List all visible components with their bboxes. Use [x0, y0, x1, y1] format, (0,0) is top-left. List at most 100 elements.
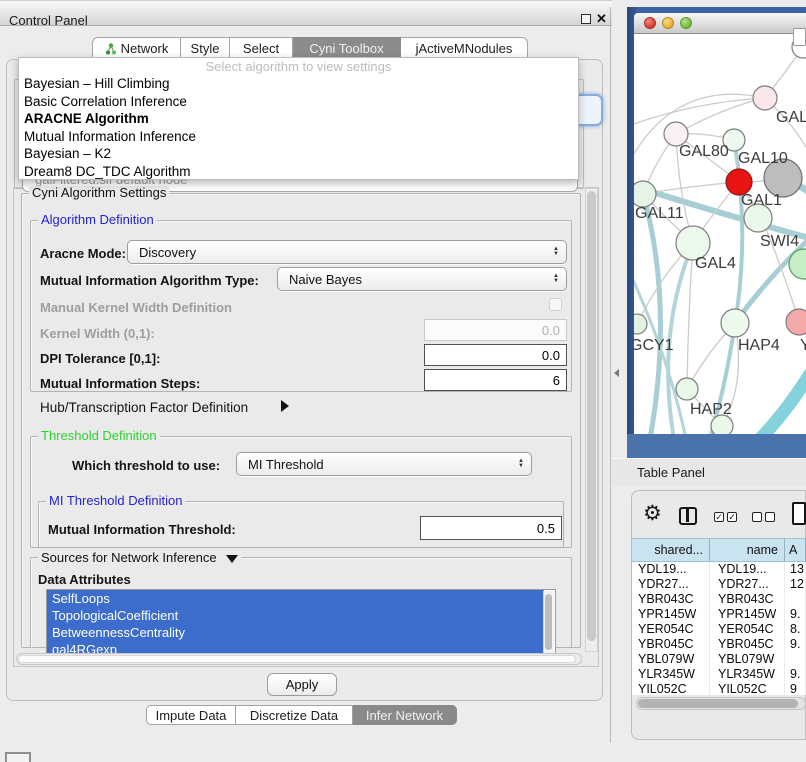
- zoom-traffic-light-icon[interactable]: [680, 17, 692, 29]
- bottom-tab-impute-data[interactable]: Impute Data: [146, 705, 236, 725]
- tab-label: jActiveMNodules: [416, 41, 513, 56]
- panel-divider: [610, 7, 611, 743]
- network-node-label: GAL: [776, 109, 806, 126]
- table-cell: YBR045C: [632, 637, 710, 652]
- aracne-mode-label: Aracne Mode:: [40, 246, 126, 261]
- table-cell: [785, 592, 806, 607]
- mi-steps-label: Mutual Information Steps:: [40, 376, 200, 391]
- table-cell: YDL19...: [632, 562, 710, 577]
- clear-checkboxes-icon[interactable]: [752, 512, 775, 522]
- expand-arrow-icon[interactable]: [281, 400, 289, 412]
- network-edge[interactable]: [760, 374, 806, 434]
- table-row[interactable]: YER054CYER054C8.: [632, 622, 806, 637]
- checked-box-icon: ✓: [714, 512, 724, 522]
- spinner-arrows-icon: ▲▼: [553, 247, 559, 257]
- settings-vertical-scrollbar-thumb[interactable]: [587, 191, 596, 641]
- network-node-y[interactable]: [786, 309, 806, 335]
- network-node-label: GCY1: [634, 337, 674, 354]
- attributes-list-scrollbar[interactable]: [543, 591, 554, 655]
- table-cell: YLR345W: [632, 667, 710, 682]
- settings-horizontal-scrollbar-thumb[interactable]: [18, 655, 576, 663]
- dpi-tolerance-label: DPI Tolerance [0,1]:: [40, 351, 160, 366]
- tab-label: Cyni Toolbox: [309, 41, 383, 56]
- apply-button[interactable]: Apply: [267, 673, 337, 696]
- dropdown-item-bayesian-hill-climbing[interactable]: Bayesian – Hill Climbing: [19, 75, 578, 93]
- mi-threshold-field[interactable]: 0.5: [420, 516, 562, 540]
- network-node-gal[interactable]: [753, 86, 777, 110]
- network-node-gcy1[interactable]: [634, 314, 647, 334]
- network-node-gal11[interactable]: [634, 181, 656, 207]
- float-window-icon[interactable]: [581, 14, 591, 24]
- column-header-a[interactable]: A: [785, 538, 806, 562]
- data-attributes-list[interactable]: SelfLoopsTopologicalCoefficientBetweenne…: [46, 589, 556, 656]
- bottom-tab-discretize-data[interactable]: Discretize Data: [236, 705, 353, 725]
- table-cell: YDR27...: [632, 577, 710, 592]
- splitter-collapse-icon[interactable]: [614, 369, 619, 377]
- dropdown-item-mutual-information-inference[interactable]: Mutual Information Inference: [19, 128, 578, 146]
- table-row[interactable]: YBL079WYBL079W: [632, 652, 806, 667]
- table-cell: [785, 652, 806, 667]
- dropdown-item-bayesian-k2[interactable]: Bayesian – K2: [19, 145, 578, 163]
- aracne-mode-value: Discovery: [139, 245, 196, 260]
- network-edge[interactable]: [734, 140, 742, 323]
- attribute-item-topologicalcoefficient[interactable]: TopologicalCoefficient: [47, 607, 544, 624]
- network-node-label: SWI4: [760, 233, 799, 250]
- manual-kernel-checkbox[interactable]: [549, 298, 562, 311]
- dpi-tolerance-field[interactable]: 0.0: [424, 344, 567, 366]
- column-header-shared[interactable]: shared...: [632, 538, 710, 562]
- table-row[interactable]: YDR27...YDR27...12: [632, 577, 806, 592]
- kernel-width-field[interactable]: 0.0: [424, 319, 567, 341]
- dropdown-item-dream8-dc-tdc-algorithm[interactable]: Dream8 DC_TDC Algorithm: [19, 163, 578, 181]
- table-panel-header: Table Panel: [612, 458, 806, 486]
- table-horizontal-scrollbar-thumb[interactable]: [638, 699, 798, 708]
- dropdown-item-basic-correlation-inference[interactable]: Basic Correlation Inference: [19, 93, 578, 111]
- table-row[interactable]: YIL052CYIL052C9: [632, 682, 806, 695]
- gear-icon[interactable]: ⚙: [643, 503, 662, 524]
- bottom-tab-infer-network[interactable]: Infer Network: [353, 705, 457, 725]
- collapse-arrow-icon[interactable]: [226, 555, 238, 563]
- column-header-name[interactable]: name: [710, 538, 785, 562]
- table-row[interactable]: YPR145WYPR145W9.: [632, 607, 806, 622]
- table-row[interactable]: YDL19...YDL19...13: [632, 562, 806, 577]
- dropdown-item-aracne-algorithm[interactable]: ARACNE Algorithm: [19, 110, 578, 128]
- which-threshold-label: Which threshold to use:: [72, 458, 220, 473]
- page-icon[interactable]: [792, 502, 806, 525]
- mi-type-combo[interactable]: Naive Bayes ▲▼: [277, 267, 567, 291]
- attribute-item-selfloops[interactable]: SelfLoops: [47, 590, 544, 607]
- table-cell: 9.: [785, 607, 806, 622]
- table-cell: YBR043C: [632, 592, 710, 607]
- network-node-hap2[interactable]: [676, 378, 698, 400]
- table-horizontal-scrollbar[interactable]: [636, 697, 806, 710]
- control-panel-title: Control Panel: [9, 13, 88, 28]
- aracne-mode-combo[interactable]: Discovery ▲▼: [127, 240, 567, 264]
- table-cell: YLR345W: [710, 667, 785, 682]
- network-node-hap4[interactable]: [721, 309, 749, 337]
- network-edge[interactable]: [643, 194, 660, 434]
- network-canvas[interactable]: GALGAL80GAL10GAL1GAL11SWI4GAL4GCY1HAP4YH…: [634, 34, 806, 434]
- network-scrollbar-fragment[interactable]: [793, 28, 806, 46]
- mi-steps-field[interactable]: 6: [424, 369, 567, 391]
- table-row[interactable]: YBR045CYBR045C9.: [632, 637, 806, 652]
- network-edge[interactable]: [643, 182, 739, 194]
- select-all-checkboxes-icon[interactable]: ✓ ✓: [714, 512, 737, 522]
- table-row[interactable]: YBR043CYBR043C: [632, 592, 806, 607]
- cyni-algorithm-settings-title: Cyni Algorithm Settings: [29, 186, 169, 200]
- settings-horizontal-scrollbar[interactable]: [16, 653, 582, 665]
- table-cell: 13: [785, 562, 806, 577]
- network-edge[interactable]: [676, 98, 765, 134]
- network-edge[interactable]: [687, 243, 693, 389]
- minimize-traffic-light-icon[interactable]: [662, 17, 674, 29]
- table-row[interactable]: YLR345WYLR345W9.: [632, 667, 806, 682]
- which-threshold-combo[interactable]: MI Threshold ▲▼: [236, 452, 532, 476]
- manual-kernel-label: Manual Kernel Width Definition: [40, 300, 232, 315]
- close-icon[interactable]: ✕: [596, 11, 607, 27]
- corner-button-fragment[interactable]: [5, 752, 31, 762]
- tab-label: Select: [243, 41, 279, 56]
- close-traffic-light-icon[interactable]: [644, 17, 656, 29]
- attributes-list-scrollbar-thumb[interactable]: [545, 594, 552, 650]
- network-window-titlebar[interactable]: [634, 13, 806, 34]
- columns-icon[interactable]: [679, 507, 697, 525]
- table-cell: YDR27...: [710, 577, 785, 592]
- spinner-arrows-icon: ▲▼: [553, 274, 559, 284]
- attribute-item-betweennesscentrality[interactable]: BetweennessCentrality: [47, 624, 544, 641]
